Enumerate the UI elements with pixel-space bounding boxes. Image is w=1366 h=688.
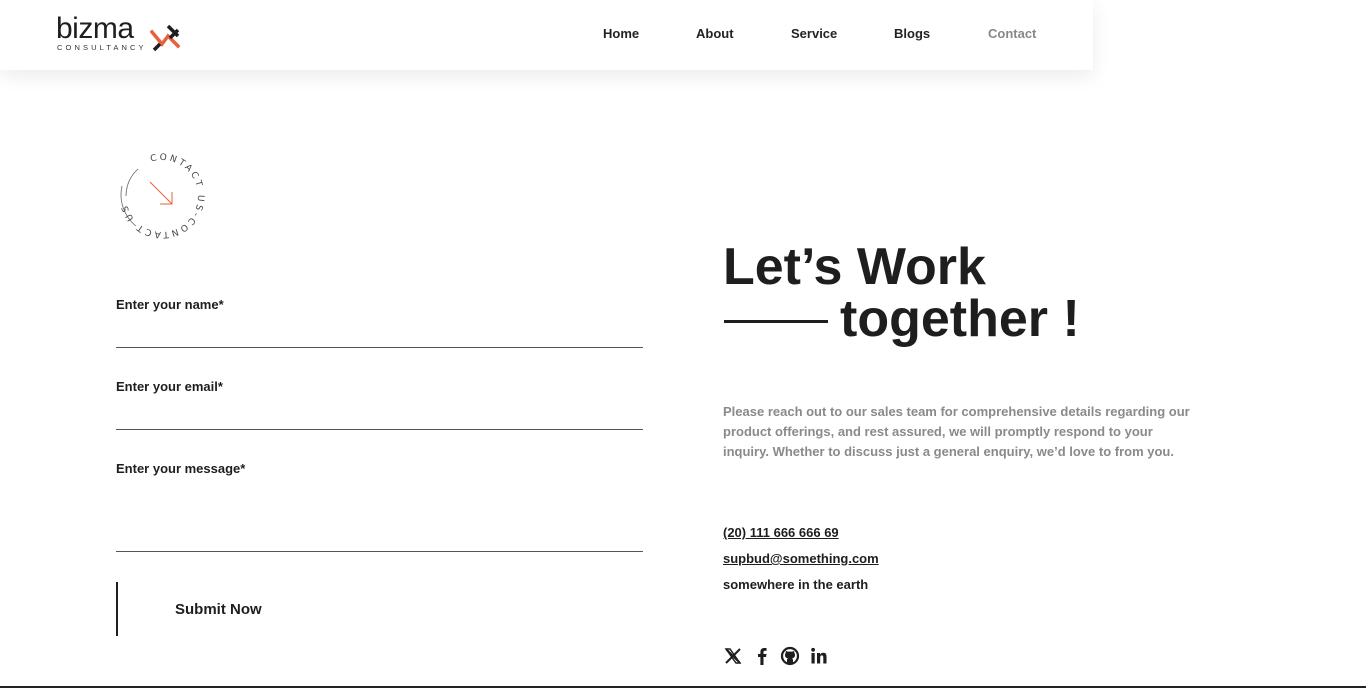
facebook-icon[interactable] (752, 646, 772, 666)
page-headline: Let’s Work together ! (723, 240, 1143, 346)
headline-line-2: together ! (840, 290, 1080, 348)
site-header: bizma CONSULTANCY Home About Service Blo… (0, 0, 1093, 70)
brand-logo[interactable]: bizma CONSULTANCY (56, 14, 186, 56)
address-text: somewhere in the earth (723, 577, 869, 592)
phone-link[interactable]: (20) 111 666 666 69 (723, 520, 879, 546)
svg-text:CONTACT US-CONTACT US: CONTACT US-CONTACT US (120, 153, 205, 239)
message-label: Enter your message* (116, 461, 246, 476)
contact-details: (20) 111 666 666 69 supbud@something.com… (723, 520, 879, 598)
headline-line-1: Let’s Work (723, 238, 986, 296)
nav-service[interactable]: Service (791, 26, 837, 42)
headline-line-2-wrap: together ! (723, 292, 1143, 346)
rotating-text-icon: CONTACT US-CONTACT US (120, 153, 205, 239)
name-input[interactable] (116, 314, 643, 348)
message-field-group: Enter your message* (116, 460, 643, 552)
linkedin-icon[interactable] (809, 646, 829, 666)
logo-mark-icon (150, 24, 180, 52)
x-twitter-icon[interactable] (723, 646, 743, 666)
brand-name: bizma (56, 12, 134, 45)
submit-button[interactable]: Submit Now (116, 582, 316, 636)
badge-text: CONTACT US-CONTACT US (120, 153, 203, 239)
email-link[interactable]: supbud@something.com (723, 546, 879, 572)
name-label: Enter your name* (116, 297, 224, 312)
arrow-down-right-icon (149, 181, 173, 205)
email-input[interactable] (116, 396, 643, 430)
nav-blogs[interactable]: Blogs (894, 26, 930, 42)
contact-us-badge: CONTACT US-CONTACT US (112, 146, 212, 246)
name-field-group: Enter your name* (116, 296, 643, 348)
github-icon[interactable] (780, 646, 800, 666)
message-input[interactable] (116, 478, 643, 552)
intro-description: Please reach out to our sales team for c… (723, 404, 1190, 459)
brand-tagline: CONSULTANCY (57, 43, 147, 52)
nav-home[interactable]: Home (603, 26, 639, 42)
nav-contact[interactable]: Contact (988, 26, 1036, 42)
nav-about[interactable]: About (696, 26, 734, 42)
email-field-group: Enter your email* (116, 378, 643, 430)
email-label: Enter your email* (116, 379, 223, 394)
headline-dash (724, 320, 828, 323)
